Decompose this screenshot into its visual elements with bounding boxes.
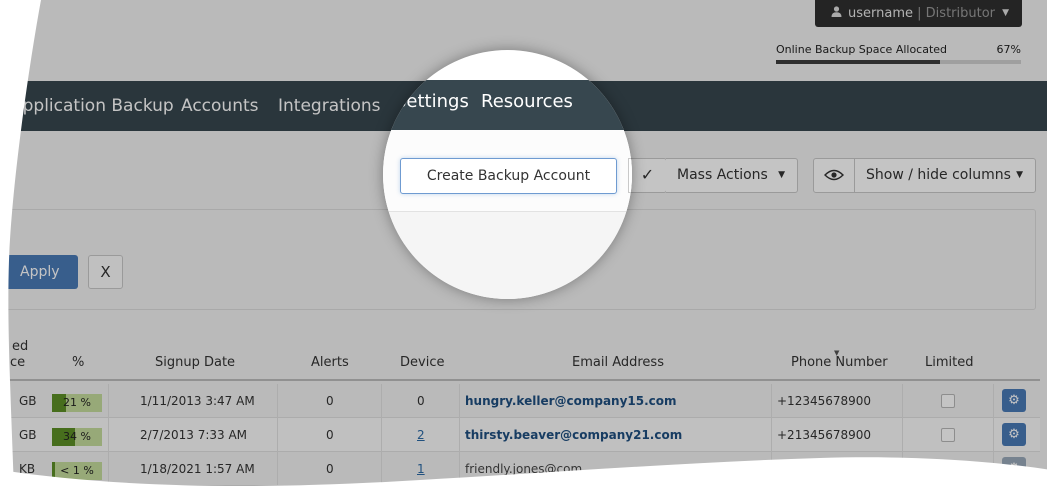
magnifier-lens: Settings Resources Create Backup Account xyxy=(383,50,632,299)
nav-item-resources[interactable]: Resources xyxy=(481,80,573,124)
create-backup-account-button[interactable]: Create Backup Account xyxy=(400,158,617,194)
screenshot-stage: username | Distributor ▼ Online Backup S… xyxy=(0,0,1051,489)
magnified-view: Settings Resources Create Backup Account xyxy=(383,50,632,299)
magnified-select-all-button[interactable] xyxy=(628,158,632,193)
magnified-filter-area xyxy=(383,212,632,299)
nav-item-settings[interactable]: Settings xyxy=(395,80,469,124)
magnified-navbar: Settings Resources xyxy=(383,80,632,130)
